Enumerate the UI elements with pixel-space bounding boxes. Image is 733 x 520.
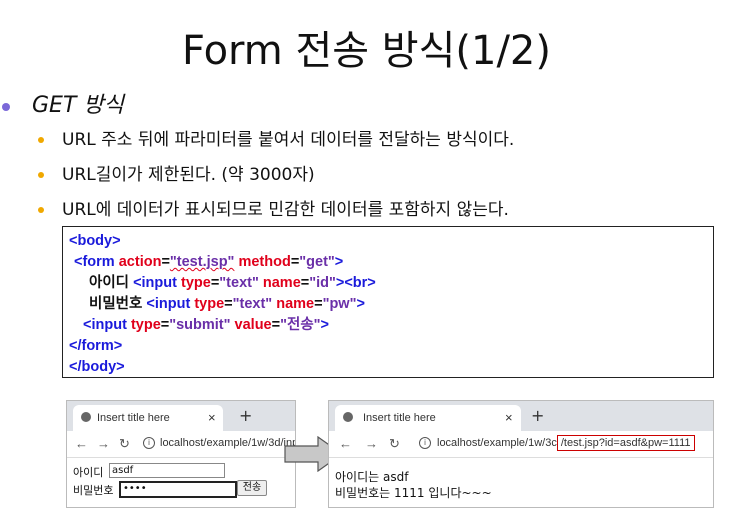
back-arrow-icon[interactable]: ← [339, 436, 352, 451]
code-token: ><br> [335, 275, 376, 291]
main-bullet [2, 103, 10, 111]
code-block: <body> <form action="test.jsp" method="g… [62, 226, 714, 378]
code-token: = [314, 296, 323, 312]
section-heading: GET 방식 [32, 93, 124, 118]
code-token: value [234, 317, 272, 333]
code-token: action [118, 254, 162, 270]
code-token: > [320, 317, 330, 333]
pw-input[interactable]: •••• [119, 481, 237, 498]
code-line-6: </form> [69, 336, 707, 357]
globe-icon [343, 412, 353, 422]
forward-arrow-icon[interactable]: → [97, 436, 110, 451]
sub-bullet [38, 207, 44, 213]
new-tab-icon[interactable]: + [239, 406, 252, 425]
code-token: method [238, 254, 291, 270]
code-token: 비밀번호 [89, 296, 143, 312]
code-token: "submit" [169, 317, 231, 333]
code-token: "get" [299, 254, 335, 270]
code-token: "id" [309, 275, 336, 291]
code-token: <body> [69, 233, 121, 249]
code-token: 아이디 [89, 275, 130, 291]
browser-tab[interactable]: Insert title here × [73, 405, 223, 431]
code-line-3: 아이디 <input type="text" name="id"><br> [69, 273, 707, 294]
code-token: = [271, 317, 281, 333]
browser-result-page: Insert title here × + ← → ↻ i localhost/… [328, 400, 714, 508]
bullet-text-1: URL 주소 뒤에 파라미터를 붙여서 데이터를 전달하는 방식이다. [62, 130, 515, 150]
address-bar[interactable]: localhost/example/1w/3c/test.jsp?id=asdf… [437, 435, 695, 451]
code-token: <input [133, 275, 177, 291]
close-icon[interactable]: × [208, 410, 216, 425]
code-token: "전송" [280, 317, 321, 333]
code-token: <input [83, 317, 127, 333]
result-line-1: 아이디는 asdf [335, 470, 409, 484]
result-line-2: 비밀번호는 1111 입니다~~~ [335, 486, 492, 500]
reload-icon[interactable]: ↻ [119, 436, 130, 452]
back-arrow-icon[interactable]: ← [75, 436, 88, 451]
code-token: = [300, 275, 310, 291]
address-bar[interactable]: localhost/example/1w/3d/input.h [160, 437, 295, 449]
code-token: "pw" [322, 296, 357, 312]
code-token: name [276, 296, 315, 312]
forward-arrow-icon[interactable]: → [365, 436, 378, 451]
reload-icon[interactable]: ↻ [389, 436, 400, 452]
code-token: type [194, 296, 225, 312]
code-line-7: </body> [69, 357, 707, 378]
code-token: "text" [232, 296, 273, 312]
submit-button[interactable]: 전송 [237, 480, 267, 496]
bullet-text-3: URL에 데이터가 표시되므로 민감한 데이터를 포함하지 않는다. [62, 200, 509, 220]
code-token: <form [74, 254, 115, 270]
code-token: = [224, 296, 233, 312]
page-title: Form 전송 방식(1/2) [182, 28, 551, 74]
sub-bullet [38, 172, 44, 178]
code-token: "test.jsp" [169, 254, 235, 270]
url-prefix: localhost/example/1w/3c [437, 437, 557, 449]
tab-title: Insert title here [363, 412, 436, 424]
code-token: = [161, 254, 170, 270]
code-token: <input [146, 296, 191, 312]
code-token: type [130, 317, 161, 333]
close-icon[interactable]: × [505, 410, 513, 425]
nav-bar: ← → ↻ i localhost/example/1w/3d/input.h [67, 431, 295, 458]
tab-bar: Insert title here × + [67, 401, 295, 431]
id-input[interactable]: asdf [109, 463, 225, 478]
bullet-text-2: URL길이가 제한된다. (약 3000자) [62, 165, 315, 185]
code-line-1: <body> [69, 231, 707, 252]
code-token: = [290, 254, 300, 270]
nav-bar: ← → ↻ i localhost/example/1w/3c/test.jsp… [329, 431, 713, 458]
tab-bar: Insert title here × + [329, 401, 713, 431]
url-query-highlight: /test.jsp?id=asdf&pw=1111 [556, 435, 695, 451]
info-icon[interactable]: i [419, 437, 431, 449]
code-token: name [262, 275, 301, 291]
code-line-4: 비밀번호 <input type="text" name="pw"> [69, 294, 707, 315]
code-token: </body> [69, 359, 125, 375]
code-token: > [356, 296, 365, 312]
info-icon[interactable]: i [143, 437, 155, 449]
id-label: 아이디 [73, 466, 104, 479]
code-token: "text" [219, 275, 259, 291]
browser-tab[interactable]: Insert title here × [335, 405, 521, 431]
pw-label: 비밀번호 [73, 484, 114, 497]
code-token: = [160, 317, 170, 333]
tab-title: Insert title here [97, 412, 170, 424]
code-line-2: <form action="test.jsp" method="get"> [69, 252, 707, 273]
code-token: type [181, 275, 211, 291]
browser-input-page: Insert title here × + ← → ↻ i localhost/… [66, 400, 296, 508]
code-token: > [334, 254, 344, 270]
sub-bullet [38, 137, 44, 143]
code-line-5: <input type="submit" value="전송"> [69, 315, 707, 336]
new-tab-icon[interactable]: + [531, 406, 544, 425]
globe-icon [81, 412, 91, 422]
code-token: </form> [69, 338, 123, 354]
